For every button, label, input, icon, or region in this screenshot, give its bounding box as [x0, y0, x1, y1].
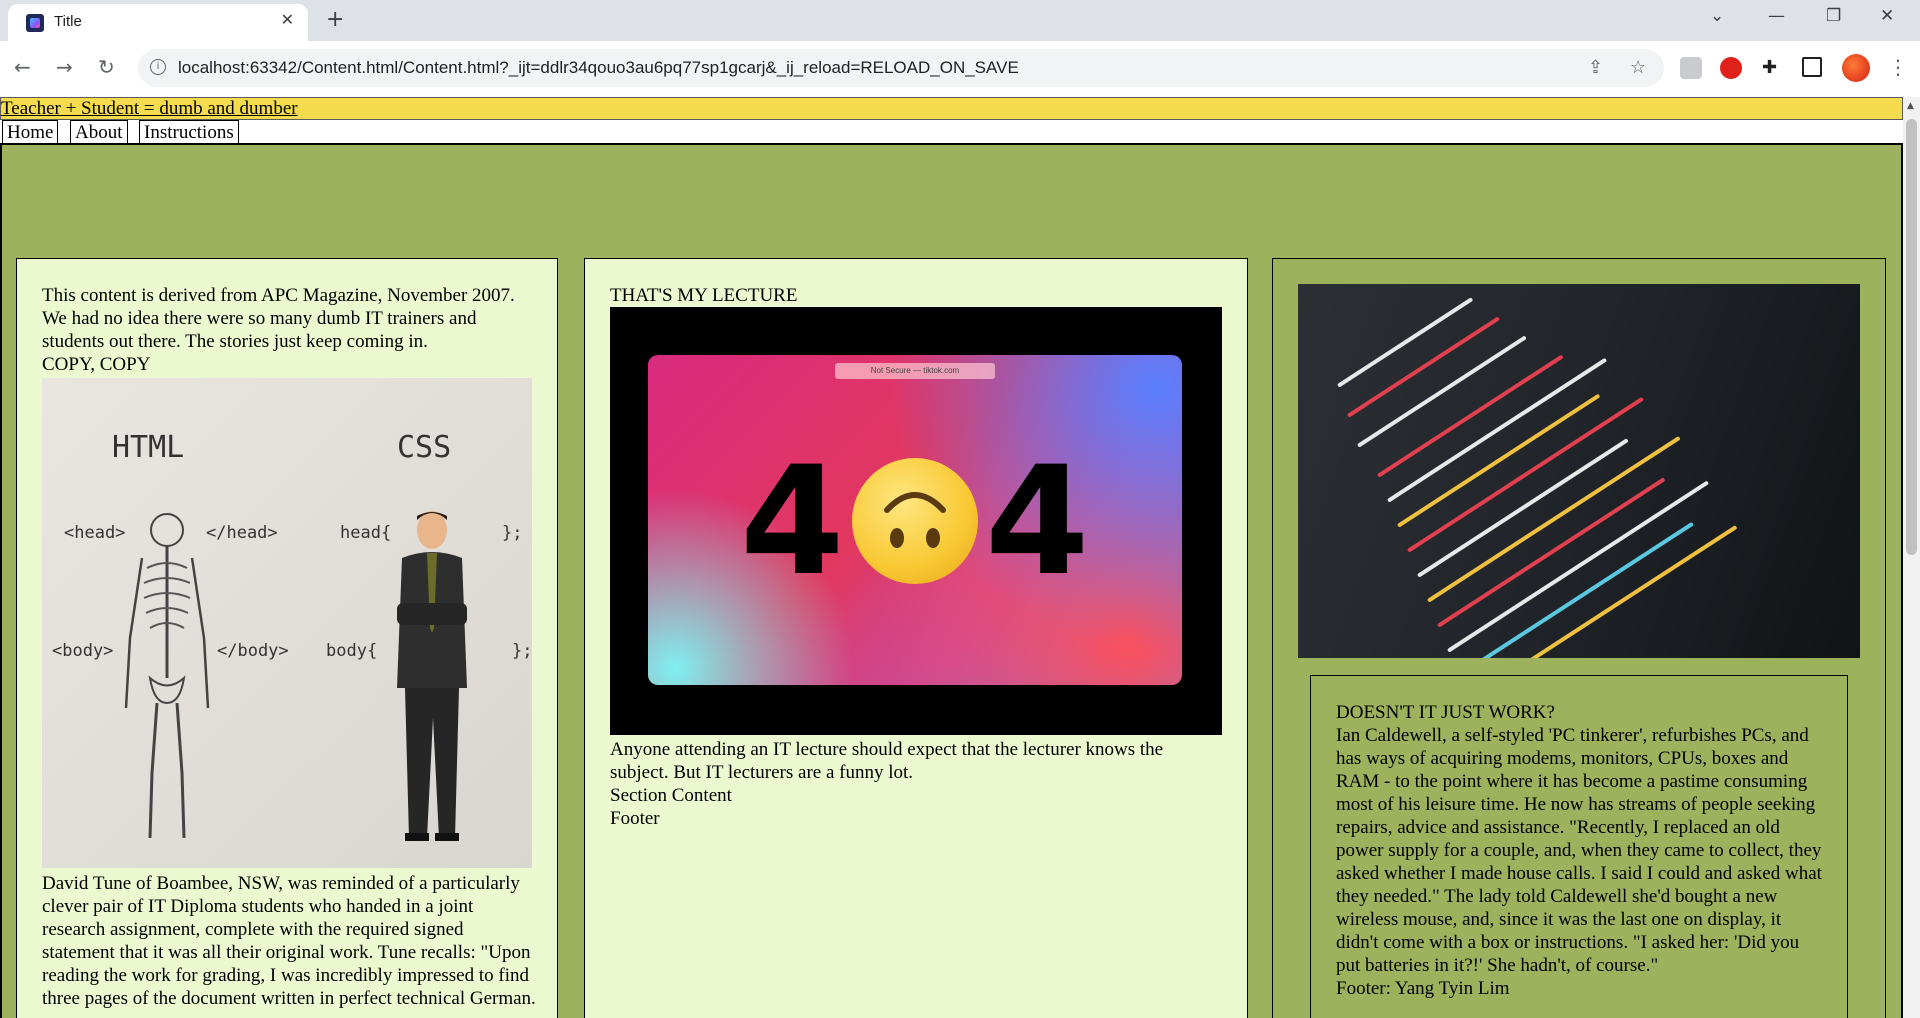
star-icon[interactable]: ☆	[1630, 57, 1646, 78]
browser-tab[interactable]: Title ✕	[8, 4, 308, 41]
just-work-article: DOESN'T IT JUST WORK? Ian Caldewell, a s…	[1310, 675, 1848, 1018]
info-icon[interactable]: i	[150, 59, 166, 75]
image-label-css-body-end: };	[512, 641, 532, 661]
menu-kebab-icon[interactable]: ⋮	[1888, 55, 1908, 79]
image-label-css-head: head{	[340, 523, 392, 543]
lecture-text: Anyone attending an IT lecture should ex…	[610, 739, 1164, 783]
copy-copy-story: David Tune of Boambee, NSW, was reminded…	[42, 873, 536, 1009]
extensions-icon[interactable]: ✚	[1762, 57, 1784, 79]
video-url-pill: Not Secure — tiktok.com	[835, 363, 995, 379]
just-work-footer: Footer: Yang Tyin Lim	[1336, 978, 1510, 999]
web-page: Teacher + Student = dumb and dumber Home…	[0, 97, 1903, 1018]
browser-toolbar: ← → ↻ i localhost:63342/Content.html/Con…	[0, 41, 1920, 98]
image-label-html: HTML	[112, 430, 185, 465]
html-css-skeleton-image: HTML CSS <head> </head> head{ }; <body> …	[42, 378, 532, 868]
extension-gray-icon[interactable]	[1680, 57, 1702, 79]
reload-icon[interactable]: ↻	[98, 55, 115, 79]
scroll-thumb[interactable]	[1906, 119, 1917, 555]
forward-icon[interactable]: →	[56, 55, 73, 79]
image-label-head-open: <head>	[64, 523, 126, 543]
section-content-label: Section Content	[610, 785, 732, 806]
profile-avatar[interactable]	[1842, 54, 1870, 82]
url-text[interactable]: localhost:63342/Content.html/Content.htm…	[178, 58, 1019, 78]
side-panel-icon[interactable]	[1802, 57, 1822, 77]
businessman-figure	[397, 511, 467, 841]
browser-tab-bar: Title ✕ + ⌄ — ❐ ✕	[0, 0, 1920, 41]
teacher-link[interactable]: Teacher	[1, 98, 61, 119]
opera-icon[interactable]	[1720, 57, 1742, 79]
site-nav: Home About Instructions	[0, 120, 1903, 146]
window-close-icon[interactable]: ✕	[1880, 6, 1894, 26]
section-heading-just-work: DOESN'T IT JUST WORK?	[1336, 702, 1555, 723]
just-work-story: Ian Caldewell, a self-styled 'PC tinkere…	[1336, 725, 1822, 976]
image-label-head-close: </head>	[206, 523, 278, 543]
lecture-footer: Footer	[610, 808, 660, 829]
video-digit-right: 4	[985, 435, 1090, 609]
column-just-work: DOESN'T IT JUST WORK? Ian Caldewell, a s…	[1272, 258, 1886, 1018]
column-copy-copy: This content is derived from APC Magazin…	[16, 258, 558, 1018]
minimize-icon[interactable]: —	[1768, 6, 1785, 26]
site-header: Teacher + Student = dumb and dumber	[0, 97, 1903, 120]
restore-icon[interactable]: ❐	[1826, 6, 1841, 26]
scroll-up-arrow-icon[interactable]: ▲	[1907, 101, 1914, 111]
column-lecture: THAT'S MY LECTURE Not Secure — tiktok.co…	[584, 258, 1248, 1018]
section-heading-copy: COPY, COPY	[42, 354, 151, 375]
close-tab-icon[interactable]: ✕	[281, 10, 294, 29]
embedded-video-404[interactable]: Not Secure — tiktok.com 4 4	[610, 307, 1222, 735]
code-screen-image	[1298, 284, 1860, 658]
skeleton-figure	[124, 513, 210, 839]
webstorm-favicon-icon	[26, 14, 44, 32]
new-tab-button[interactable]: +	[326, 7, 344, 32]
video-screen: Not Secure — tiktok.com 4 4	[648, 355, 1182, 685]
image-label-body-open: <body>	[52, 641, 114, 661]
page-scrollbar[interactable]: ▲	[1903, 97, 1920, 1018]
section-heading-lecture: THAT'S MY LECTURE	[610, 285, 798, 306]
share-icon[interactable]: ⇪	[1588, 57, 1603, 78]
image-label-css-head-end: };	[502, 523, 523, 543]
tab-title: Title	[54, 13, 82, 30]
image-label-body-close: </body>	[217, 641, 289, 661]
intro-text: This content is derived from APC Magazin…	[42, 285, 515, 352]
main-content: This content is derived from APC Magazin…	[0, 143, 1903, 1018]
back-icon[interactable]: ←	[14, 55, 31, 79]
video-digit-left: 4	[740, 435, 845, 609]
header-title-text: + Student = dumb and dumber	[60, 98, 298, 119]
image-label-css: CSS	[397, 430, 452, 465]
image-label-css-body: body{	[326, 641, 378, 661]
address-bar[interactable]: i localhost:63342/Content.html/Content.h…	[138, 49, 1664, 87]
tab-search-chevron-icon[interactable]: ⌄	[1710, 6, 1724, 26]
upside-down-smiley-icon	[852, 458, 978, 584]
